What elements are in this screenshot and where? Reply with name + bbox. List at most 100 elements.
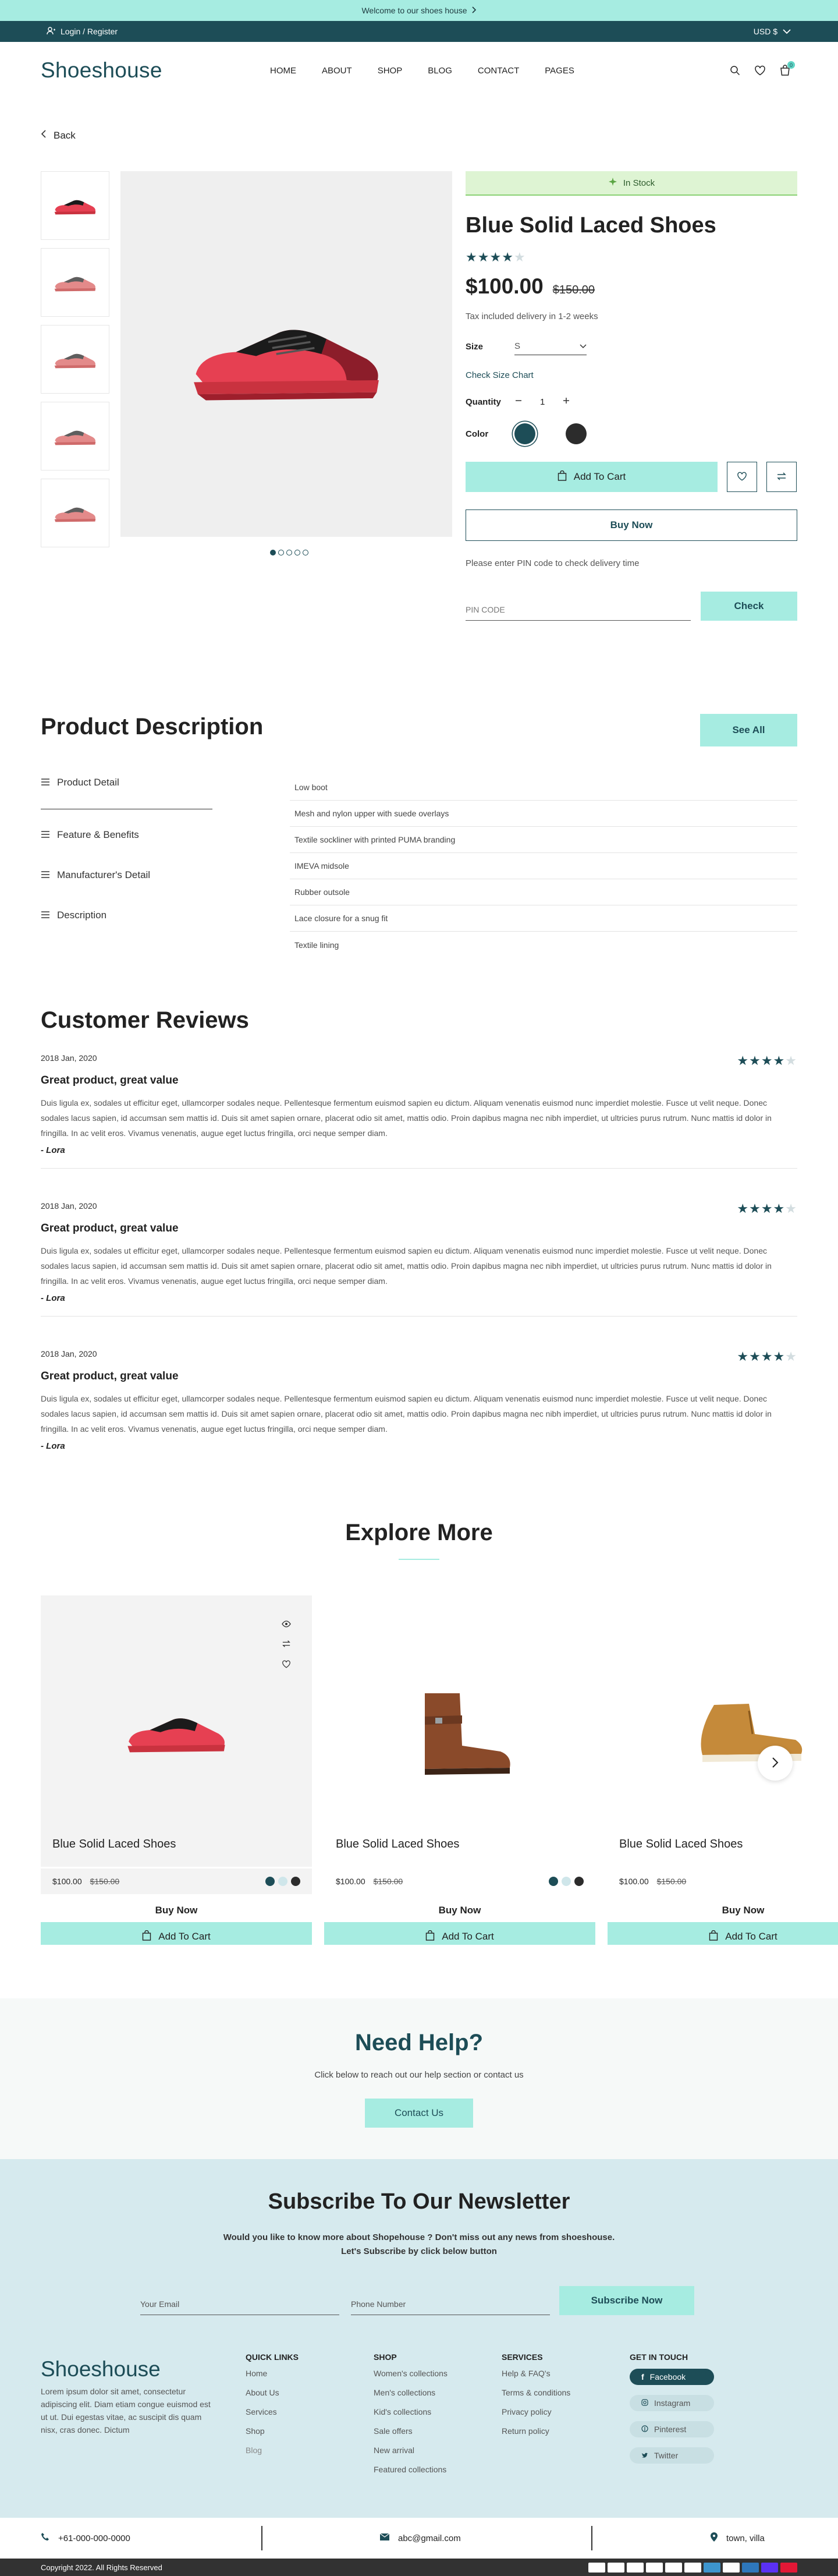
nav-contact[interactable]: CONTACT [478, 66, 519, 76]
color-dot[interactable] [265, 1877, 275, 1886]
footer-link-services[interactable]: Services [246, 2407, 299, 2416]
thumbnail[interactable] [41, 325, 109, 394]
color-dot[interactable] [549, 1877, 558, 1886]
card-image[interactable] [41, 1595, 312, 1867]
product-card[interactable]: Blue Solid Laced Shoes $100.00 $150.00 B… [41, 1595, 312, 1945]
card-add-to-cart[interactable]: Add To Cart [41, 1922, 312, 1945]
nav-pages[interactable]: PAGES [545, 66, 574, 76]
currency-select[interactable]: USD $ [754, 27, 791, 36]
thumbnail[interactable] [41, 402, 109, 470]
color-dot[interactable] [278, 1877, 287, 1886]
plus-icon[interactable] [562, 397, 570, 407]
card-title[interactable]: Blue Solid Laced Shoes [41, 1838, 312, 1851]
minus-icon[interactable] [514, 397, 523, 407]
add-to-cart-button[interactable]: Add To Cart [466, 462, 718, 492]
footer-link-privacy[interactable]: Privacy policy [502, 2407, 570, 2416]
heart-icon[interactable] [282, 1660, 291, 1670]
tab-label: Description [57, 910, 107, 921]
carousel-next-button[interactable] [758, 1746, 793, 1781]
announcement-bar[interactable]: Welcome to our shoes house [0, 0, 838, 21]
footer-link-new-arrival[interactable]: New arrival [374, 2446, 448, 2455]
footer-link-featured[interactable]: Featured collections [374, 2465, 448, 2474]
carousel-dot[interactable] [294, 550, 300, 555]
card-image[interactable] [608, 1595, 838, 1867]
logo[interactable]: Shoeshouse [41, 58, 162, 83]
address-contact[interactable]: town, villa [710, 2532, 765, 2545]
cart-icon[interactable]: 0 [780, 61, 795, 76]
color-dot[interactable] [291, 1877, 300, 1886]
phone-field[interactable]: Phone Number [351, 2294, 550, 2315]
check-button[interactable]: Check [701, 592, 797, 621]
product-main-image[interactable] [120, 171, 452, 537]
card-buy-now[interactable]: Buy Now [608, 1899, 838, 1922]
footer-link-help[interactable]: Help & FAQ's [502, 2369, 570, 2378]
quantity-value[interactable]: 1 [540, 397, 545, 407]
email-field[interactable]: Your Email [140, 2294, 339, 2315]
footer-link-men[interactable]: Men's collections [374, 2388, 448, 2397]
email-contact[interactable]: abc@gmail.com [379, 2533, 461, 2543]
star-icon: ★★★★ [737, 1201, 786, 1216]
footer-link-about[interactable]: About Us [246, 2388, 299, 2397]
card-add-to-cart[interactable]: Add To Cart [608, 1922, 838, 1945]
eye-icon[interactable] [282, 1620, 291, 1629]
see-all-button[interactable]: See All [700, 714, 797, 746]
tab-manufacturer-detail[interactable]: Manufacturer's Detail [41, 861, 212, 890]
nav-about[interactable]: ABOUT [322, 66, 352, 76]
tab-feature-benefits[interactable]: Feature & Benefits [41, 820, 212, 850]
color-dot[interactable] [562, 1877, 571, 1886]
twitter-link[interactable]: Twitter [630, 2447, 714, 2464]
nav-home[interactable]: HOME [270, 66, 296, 76]
color-dot[interactable] [574, 1877, 584, 1886]
bag-icon [558, 470, 567, 484]
footer-link-shop[interactable]: Shop [246, 2426, 299, 2436]
wishlist-button[interactable] [727, 462, 757, 492]
facebook-link[interactable]: f Facebook [630, 2369, 714, 2385]
card-buy-now[interactable]: Buy Now [324, 1899, 595, 1922]
product-card[interactable]: Blue Solid Laced Shoes $100.00 $150.00 B… [608, 1595, 838, 1945]
back-link[interactable]: Back [41, 129, 76, 141]
pin-code-input[interactable]: PIN CODE [466, 599, 691, 621]
footer-link-sale[interactable]: Sale offers [374, 2426, 448, 2436]
search-icon[interactable] [730, 65, 740, 76]
carousel-dot[interactable] [286, 550, 292, 555]
thumbnail[interactable] [41, 171, 109, 240]
tab-description[interactable]: Description [41, 901, 212, 930]
card-title[interactable]: Blue Solid Laced Shoes [608, 1838, 838, 1851]
nav-blog[interactable]: BLOG [428, 66, 452, 76]
compare-icon[interactable] [282, 1640, 291, 1650]
compare-button[interactable] [766, 462, 797, 492]
footer-link-kids[interactable]: Kid's collections [374, 2407, 448, 2416]
color-swatch-teal[interactable] [514, 423, 535, 444]
tab-product-detail[interactable]: Product Detail [41, 774, 212, 809]
thumbnail[interactable] [41, 479, 109, 547]
login-link[interactable]: Login / Register [47, 26, 118, 37]
color-swatch-black[interactable] [566, 423, 587, 444]
carousel-dot[interactable] [278, 550, 284, 555]
instagram-link[interactable]: Instagram [630, 2395, 714, 2411]
heart-icon[interactable] [754, 65, 766, 76]
card-image[interactable] [324, 1595, 595, 1867]
size-chart-link[interactable]: Check Size Chart [466, 370, 797, 380]
diners-icon [608, 2562, 624, 2573]
footer-link-terms[interactable]: Terms & conditions [502, 2388, 570, 2397]
footer-link-return[interactable]: Return policy [502, 2426, 570, 2436]
carousel-dot[interactable] [303, 550, 308, 555]
card-add-to-cart[interactable]: Add To Cart [324, 1922, 595, 1945]
card-buy-now[interactable]: Buy Now [41, 1899, 312, 1922]
product-card[interactable]: Blue Solid Laced Shoes $100.00 $150.00 B… [324, 1595, 595, 1945]
phone-contact[interactable]: +61-000-000-0000 [41, 2532, 130, 2544]
size-select[interactable]: S [514, 338, 587, 355]
pinterest-link[interactable]: Pinterest [630, 2421, 714, 2437]
review-author: - Lora [41, 1441, 65, 1451]
card-title[interactable]: Blue Solid Laced Shoes [324, 1838, 595, 1851]
footer-logo[interactable]: Shoeshouse [41, 2357, 215, 2382]
subscribe-button[interactable]: Subscribe Now [559, 2286, 694, 2315]
footer-link-women[interactable]: Women's collections [374, 2369, 448, 2378]
footer-link-home[interactable]: Home [246, 2369, 299, 2378]
nav-shop[interactable]: SHOP [378, 66, 403, 76]
contact-us-button[interactable]: Contact Us [365, 2099, 473, 2128]
carousel-dot[interactable] [270, 550, 276, 555]
thumbnail[interactable] [41, 248, 109, 317]
buy-now-button[interactable]: Buy Now [466, 509, 797, 541]
footer-link-blog[interactable]: Blog [246, 2446, 299, 2455]
